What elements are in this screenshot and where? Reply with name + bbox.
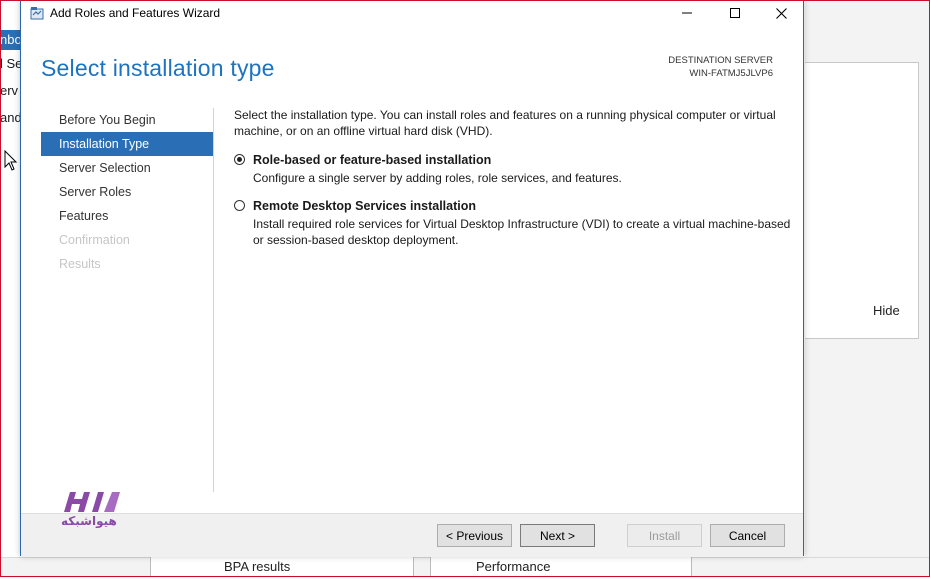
step-confirmation: Confirmation — [59, 233, 130, 247]
step-features[interactable]: Features — [41, 204, 213, 228]
step-server-selection[interactable]: Server Selection — [41, 156, 213, 180]
server-manager-sidebar: nbo l Se erv and — [0, 0, 22, 577]
role-based-title[interactable]: Role-based or feature-based installation — [253, 153, 794, 168]
add-roles-wizard-dialog: Add Roles and Features Wizard Select ins… — [20, 0, 804, 557]
installation-type-content: Select the installation type. You can in… — [234, 107, 794, 248]
step-server-roles[interactable]: Server Roles — [41, 180, 213, 204]
destination-server-name: WIN-FATMJ5JLVP6 — [689, 68, 773, 79]
step-before-you-begin[interactable]: Before You Begin — [41, 108, 213, 132]
nav-divider — [213, 108, 214, 492]
cancel-button[interactable]: Cancel — [710, 524, 785, 547]
close-button[interactable] — [758, 0, 804, 26]
watermark-text: هیواشبکه — [61, 514, 117, 528]
sidebar-fragment-1[interactable]: nbo — [0, 30, 22, 50]
title-bar[interactable]: Add Roles and Features Wizard — [21, 0, 803, 26]
bpa-results-label: BPA results — [224, 559, 291, 574]
window-title: Add Roles and Features Wizard — [50, 6, 221, 20]
watermark-logo-mark-icon — [64, 492, 120, 512]
maximize-icon — [730, 8, 740, 18]
wizard-footer: < Previous Next > Install Cancel — [21, 513, 803, 557]
maximize-button[interactable] — [712, 0, 758, 26]
option-role-based[interactable]: Role-based or feature-based installation… — [234, 153, 794, 186]
role-based-radio[interactable] — [234, 154, 245, 165]
remote-desktop-description: Install required role services for Virtu… — [253, 217, 791, 247]
sidebar-fragment-4[interactable]: and — [0, 108, 22, 128]
sidebar-fragment-3[interactable]: erv — [0, 81, 22, 101]
install-button: Install — [627, 524, 702, 547]
watermark-logo: هیواشبکه — [59, 490, 125, 536]
step-installation-type[interactable]: Installation Type — [41, 132, 213, 156]
remote-desktop-radio[interactable] — [234, 200, 245, 211]
destination-server-info: DESTINATION SERVER WIN-FATMJ5JLVP6 — [668, 54, 773, 80]
performance-label: Performance — [476, 559, 551, 574]
minimize-icon — [682, 12, 692, 14]
mouse-cursor-icon — [4, 150, 18, 171]
next-button[interactable]: Next > — [520, 524, 595, 547]
performance-tile[interactable]: Performance — [430, 557, 692, 577]
destination-server-label: DESTINATION SERVER — [668, 55, 773, 66]
wizard-icon — [30, 7, 44, 20]
hide-link[interactable]: Hide — [873, 303, 900, 318]
intro-text: Select the installation type. You can in… — [234, 108, 776, 138]
welcome-panel — [805, 62, 919, 339]
close-icon — [775, 7, 787, 19]
previous-button[interactable]: < Previous — [437, 524, 512, 547]
remote-desktop-title[interactable]: Remote Desktop Services installation — [253, 199, 794, 214]
wizard-step-nav: Before You Begin Installation Type Serve… — [41, 108, 213, 276]
step-results: Results — [59, 257, 101, 271]
bpa-results-tile[interactable]: BPA results — [150, 557, 414, 577]
option-remote-desktop[interactable]: Remote Desktop Services installation Ins… — [234, 199, 794, 248]
sidebar-fragment-2[interactable]: l Se — [0, 54, 22, 74]
minimize-button[interactable] — [664, 0, 710, 26]
page-title: Select installation type — [41, 55, 275, 81]
role-based-description: Configure a single server by adding role… — [253, 171, 622, 185]
